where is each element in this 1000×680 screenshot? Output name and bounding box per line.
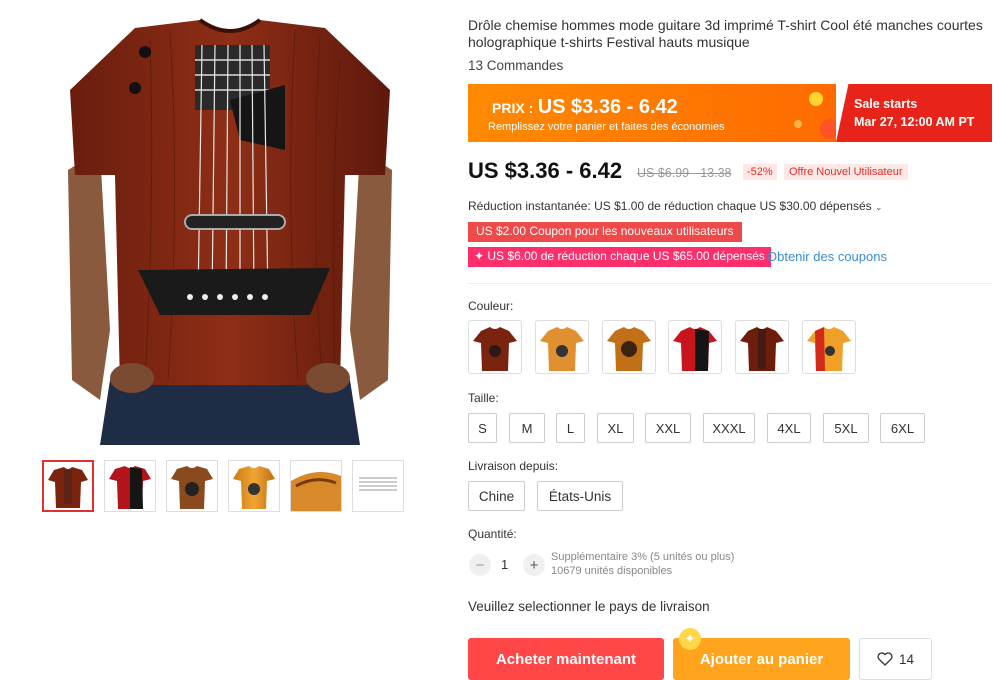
quantity-label: Quantité: — [468, 527, 517, 541]
add-to-cart-button[interactable]: ✦ Ajouter au panier — [673, 628, 850, 680]
confetti-icon — [794, 92, 836, 139]
spend-save-coupon[interactable]: ✦ US $6.00 de réduction chaque US $65.00… — [468, 247, 771, 267]
color-swatch-4[interactable] — [668, 320, 722, 374]
quantity-value[interactable]: 1 — [501, 557, 508, 572]
ship-from-label: Livraison depuis: — [468, 459, 559, 473]
color-swatch-5[interactable] — [735, 320, 789, 374]
size-option-xxl[interactable]: XXL — [645, 413, 691, 443]
buy-now-button[interactable]: Acheter maintenant — [468, 638, 664, 680]
banner-prix-label: PRIX : — [492, 100, 534, 116]
ship-from-china[interactable]: Chine — [468, 481, 525, 511]
color-swatch-2[interactable] — [535, 320, 589, 374]
price-banner-main: PRIX : US $3.36 - 6.42 Remplissez votre … — [468, 84, 836, 142]
chevron-down-icon: ⌄ — [874, 202, 883, 212]
product-title: Drôle chemise hommes mode guitare 3d imp… — [468, 17, 983, 50]
new-user-offer-badge: Offre Nouvel Utilisateur — [784, 164, 908, 180]
discount-badge: -52% — [743, 164, 777, 180]
size-option-4xl[interactable]: 4XL — [767, 413, 811, 443]
bulk-discount-note: Supplémentaire 3% (5 unités ou plus) — [551, 551, 735, 563]
instant-discount-text: Réduction instantanée: US $1.00 de réduc… — [468, 199, 872, 213]
thumbnail-6[interactable] — [352, 460, 404, 512]
new-user-coupon[interactable]: US $2.00 Coupon pour les nouveaux utilis… — [468, 222, 742, 242]
thumbnail-4[interactable] — [228, 460, 280, 512]
sale-date: Mar 27, 12:00 AM PT — [854, 115, 975, 129]
color-swatch-1[interactable] — [468, 320, 522, 374]
orders-count: 13 Commandes — [468, 58, 564, 73]
size-option-5xl[interactable]: 5XL — [823, 413, 869, 443]
color-label: Couleur: — [468, 299, 514, 313]
banner-subtitle: Remplissez votre panier et faites des éc… — [488, 121, 725, 133]
sale-countdown: Sale starts Mar 27, 12:00 AM PT — [836, 84, 992, 142]
current-price: US $3.36 - 6.42 — [468, 158, 623, 183]
size-option-m[interactable]: M — [509, 413, 545, 443]
size-option-6xl[interactable]: 6XL — [880, 413, 925, 443]
heart-icon — [877, 652, 893, 666]
size-option-xl[interactable]: XL — [597, 413, 634, 443]
stock-available: 10679 unités disponibles — [551, 565, 673, 577]
color-swatch-3[interactable] — [602, 320, 656, 374]
sale-starts-label: Sale starts — [854, 97, 918, 111]
price-banner: PRIX : US $3.36 - 6.42 Remplissez votre … — [468, 84, 992, 142]
wishlist-count: 14 — [898, 651, 915, 667]
thumbnail-5[interactable] — [290, 460, 342, 512]
thumbnail-3[interactable] — [166, 460, 218, 512]
main-product-image[interactable] — [40, 0, 420, 445]
quantity-increase-button[interactable]: + — [523, 554, 545, 576]
thumbnail-1[interactable] — [42, 460, 94, 512]
size-label: Taille: — [468, 391, 499, 405]
get-coupons-link[interactable]: Obtenir des coupons — [767, 249, 887, 264]
original-price: US $6.99 - 13.38 — [637, 166, 732, 180]
divider — [468, 283, 992, 284]
ship-from-us[interactable]: États-Unis — [537, 481, 623, 511]
wishlist-button[interactable]: 14 — [859, 638, 932, 680]
sparkle-icon: ✦ — [679, 628, 701, 650]
spend-save-coupon-text: US $6.00 de réduction chaque US $65.00 d… — [487, 249, 765, 263]
add-to-cart-label: Ajouter au panier — [699, 650, 824, 668]
thumbnail-2[interactable] — [104, 460, 156, 512]
color-swatch-6[interactable] — [802, 320, 856, 374]
instant-discount[interactable]: Réduction instantanée: US $1.00 de réduc… — [468, 199, 883, 213]
quantity-decrease-button[interactable]: − — [469, 554, 491, 576]
sparkle-icon: ✦ — [474, 249, 488, 263]
size-option-xxxl[interactable]: XXXL — [703, 413, 755, 443]
size-option-l[interactable]: L — [556, 413, 585, 443]
shipping-country-message: Veuillez selectionner le pays de livrais… — [468, 599, 710, 614]
banner-price: US $3.36 - 6.42 — [537, 96, 678, 118]
size-option-s[interactable]: S — [468, 413, 497, 443]
